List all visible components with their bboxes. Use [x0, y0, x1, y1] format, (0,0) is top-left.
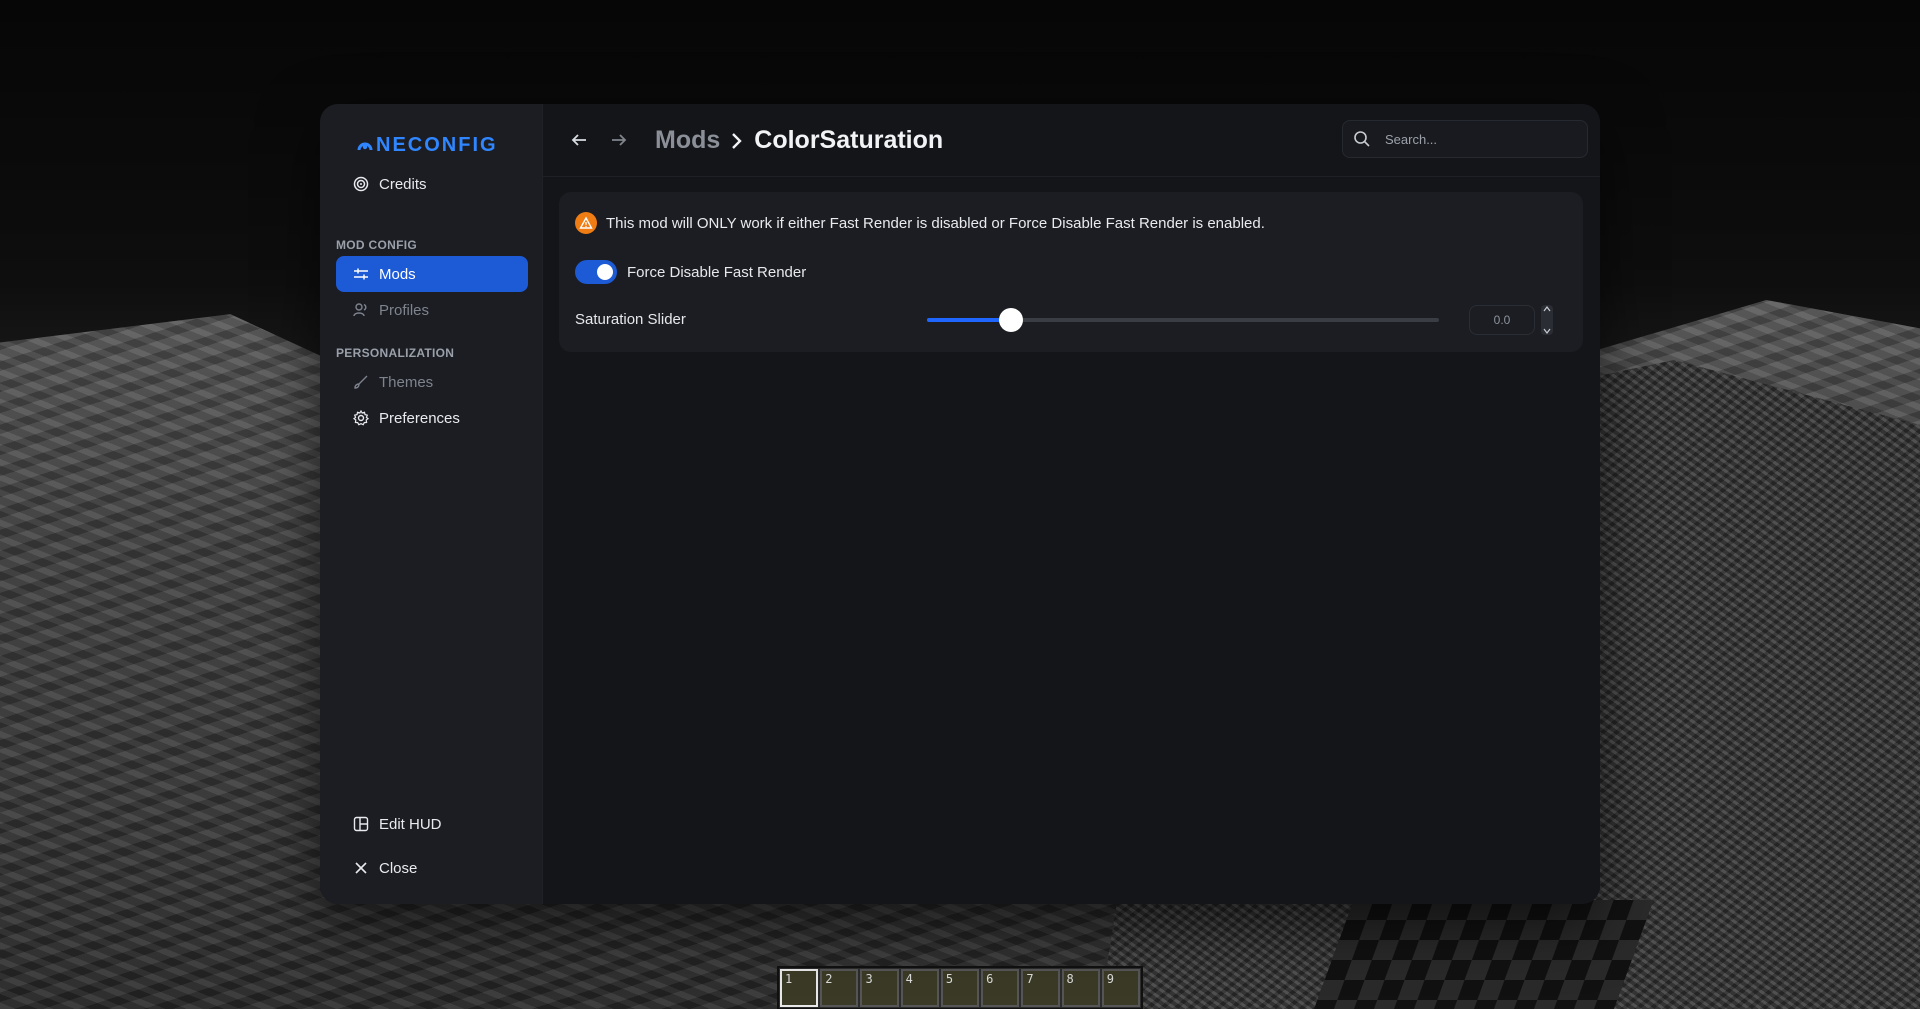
toggle-label: Force Disable Fast Render [627, 263, 807, 281]
top-bar: Mods ColorSaturation [543, 104, 1600, 177]
slider-thumb[interactable] [999, 308, 1024, 332]
hotbar-slot: 6 [981, 969, 1020, 1007]
back-arrow-icon[interactable] [569, 130, 589, 150]
breadcrumb-parent[interactable]: Mods [655, 126, 720, 155]
hotbar-slot: 4 [900, 969, 939, 1007]
force-disable-fast-render-toggle[interactable] [575, 260, 617, 284]
warning-icon [575, 212, 597, 234]
close-icon [355, 862, 367, 874]
sidebar-item-label: Profiles [379, 301, 430, 319]
section-label-mod-config: MOD CONFIG [336, 238, 417, 252]
warning-text: This mod will ONLY work if either Fast R… [606, 214, 1265, 232]
brush-icon [354, 375, 368, 389]
hotbar-slot: 1 [780, 969, 819, 1007]
edit-hud-label: Edit HUD [379, 815, 442, 833]
sidebar-item-label: Mods [379, 265, 416, 283]
sidebar-item-label: Credits [379, 175, 427, 193]
breadcrumb-current: ColorSaturation [754, 126, 944, 154]
app-logo: NECONFIG [356, 134, 498, 157]
saturation-value-input[interactable]: 0.0 [1469, 305, 1535, 335]
close-button[interactable]: Close [336, 850, 528, 886]
saturation-value: 0.0 [1493, 313, 1511, 327]
main-content: Mods ColorSaturation Search... This mod … [543, 104, 1600, 904]
layout-icon [353, 816, 369, 832]
sidebar-item-label: Preferences [379, 409, 460, 427]
sidebar-item-preferences[interactable]: Preferences [336, 400, 528, 436]
search-box[interactable] [1342, 120, 1588, 158]
edit-hud-button[interactable]: Edit HUD [336, 806, 528, 842]
hotbar-slot: 9 [1101, 969, 1140, 1007]
forward-arrow-icon[interactable] [609, 130, 629, 150]
sidebar-item-label: Themes [379, 373, 434, 391]
sidebar-item-themes[interactable]: Themes [336, 364, 528, 400]
credits-icon [353, 176, 369, 192]
search-input[interactable] [1383, 130, 1567, 148]
sidebar-item-profiles[interactable]: Profiles [336, 292, 528, 328]
held-block [1306, 900, 1654, 1009]
hotbar-slot: 7 [1021, 969, 1060, 1007]
logo-icon [357, 142, 373, 150]
chevron-down-icon[interactable] [1543, 327, 1551, 335]
hotbar-slot: 2 [820, 969, 859, 1007]
value-stepper[interactable] [1541, 305, 1553, 335]
saturation-slider-label: Saturation Slider [575, 311, 686, 328]
sliders-icon [354, 268, 368, 280]
chevron-right-icon [732, 132, 742, 149]
oneconfig-window: NECONFIG Credits MOD CONFIG Mods Profile… [320, 104, 1600, 904]
hotbar: 1 2 3 4 5 6 7 8 9 [777, 966, 1143, 1009]
search-icon [1354, 131, 1370, 147]
chevron-up-icon[interactable] [1543, 305, 1551, 313]
breadcrumb: Mods ColorSaturation [655, 126, 943, 155]
toggle-row: Force Disable Fast Render [575, 260, 806, 284]
sidebar-item-credits[interactable]: Credits [336, 166, 528, 202]
hotbar-slot: 5 [940, 969, 980, 1007]
toggle-knob [597, 264, 613, 280]
hotbar-slot: 3 [860, 969, 899, 1007]
sidebar-item-mods[interactable]: Mods [336, 256, 528, 292]
hotbar-slot: 8 [1061, 969, 1100, 1007]
config-card: This mod will ONLY work if either Fast R… [559, 192, 1583, 352]
section-label-personalization: PERSONALIZATION [336, 346, 455, 360]
sidebar: NECONFIG Credits MOD CONFIG Mods Profile… [320, 104, 543, 904]
close-label: Close [379, 859, 418, 877]
saturation-slider[interactable] [927, 308, 1439, 332]
logo-text: NECONFIG [376, 134, 498, 156]
gear-icon [353, 410, 369, 426]
users-icon [353, 303, 367, 317]
warning-notice: This mod will ONLY work if either Fast R… [575, 212, 1265, 234]
